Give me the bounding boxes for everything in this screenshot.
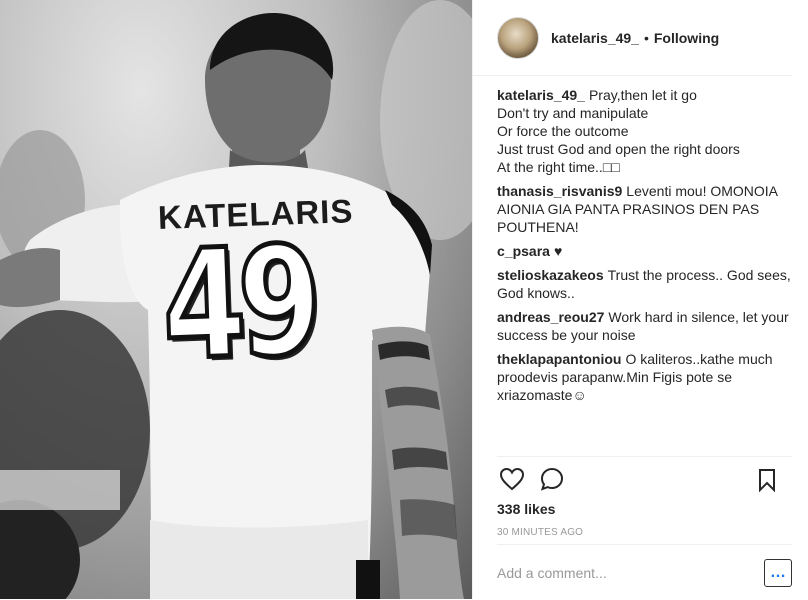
comment-item: theklapapantoniou O kaliteros..kathe much…: [497, 350, 792, 404]
caption-line: At the right time..□□: [497, 159, 620, 175]
caption: katelaris_49_ Pray,then let it go Don't t…: [497, 86, 792, 176]
comment-username[interactable]: andreas_reou27: [497, 309, 604, 325]
avatar[interactable]: [497, 16, 539, 59]
caption-line: Or force the outcome: [497, 123, 629, 139]
jersey-number: 49: [157, 213, 318, 397]
comment-item: c_psara ♥: [497, 242, 792, 260]
header-username[interactable]: katelaris_49_: [551, 30, 639, 46]
comment-username[interactable]: thanasis_risvanis9: [497, 183, 622, 199]
add-comment-bar: …: [497, 544, 792, 600]
comments-list: katelaris_49_ Pray,then let it go Don't t…: [497, 86, 792, 446]
comment-text: ♥: [553, 243, 563, 259]
add-comment-input[interactable]: [497, 564, 764, 581]
comment-item: stelioskazakeos Trust the process.. God s…: [497, 266, 792, 302]
post-sidebar: katelaris_49_ • Following katelaris_49_ P…: [472, 0, 808, 599]
more-options-button[interactable]: …: [764, 558, 792, 587]
comment-item: thanasis_risvanis9 Leventi mou! OMONOIA A…: [497, 182, 792, 236]
caption-line: Just trust God and open the right doors: [497, 141, 740, 157]
post-timestamp[interactable]: 30 MINUTES AGO: [497, 527, 792, 538]
comment-username[interactable]: stelioskazakeos: [497, 267, 604, 283]
heart-icon[interactable]: [497, 464, 527, 494]
following-button[interactable]: Following: [654, 30, 719, 46]
caption-line: Pray,then let it go: [588, 87, 697, 103]
comment-icon[interactable]: [537, 464, 567, 494]
caption-username[interactable]: katelaris_49_: [497, 87, 585, 103]
action-bar: [497, 457, 792, 501]
caption-line: Don't try and manipulate: [497, 105, 649, 121]
bookmark-icon[interactable]: [752, 465, 782, 495]
post-photo: KATELARIS 49: [0, 0, 472, 599]
header-separator: •: [643, 29, 649, 46]
comment-username[interactable]: c_psara: [497, 243, 550, 259]
likes-count[interactable]: 338 likes: [497, 501, 792, 517]
post-footer: 338 likes 30 MINUTES AGO: [497, 456, 792, 538]
comment-item: andreas_reou27 Work hard in silence, let …: [497, 308, 792, 344]
comment-username[interactable]: theklapapantoniou: [497, 351, 621, 367]
post: KATELARIS 49 katelaris_49_ • Following k…: [0, 0, 808, 599]
post-header: katelaris_49_ • Following: [473, 0, 792, 76]
